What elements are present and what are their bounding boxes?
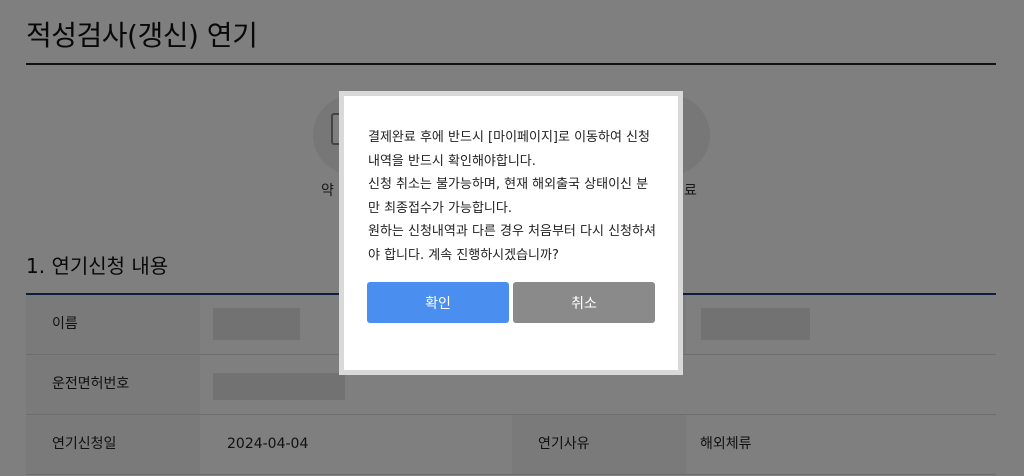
confirm-dialog: 결제완료 후에 반드시 [마이페이지]로 이동하여 신청 내역을 반드시 확인해… <box>339 91 683 375</box>
dialog-message-line: 신청 취소는 불가능하며, 현재 해외출국 상태이신 분 <box>368 177 649 192</box>
dialog-message-line: 내역을 반드시 확인해야합니다. <box>368 153 536 169</box>
dialog-message-line: 만 최종접수가 가능합니다. <box>368 200 512 216</box>
dialog-message-line: 야 합니다. 계속 진행하시겠습니까? <box>368 247 559 263</box>
dialog-message: 결제완료 후에 반드시 [마이페이지]로 이동하여 신청 내역을 반드시 확인해… <box>368 126 668 267</box>
dialog-message-line: 원하는 신청내역과 다른 경우 처음부터 다시 신청하셔 <box>368 224 656 239</box>
cancel-button[interactable]: 취소 <box>513 282 655 323</box>
confirm-button[interactable]: 확인 <box>367 282 509 323</box>
dialog-message-line: 결제완료 후에 반드시 [마이페이지]로 이동하여 신청 <box>368 130 650 145</box>
